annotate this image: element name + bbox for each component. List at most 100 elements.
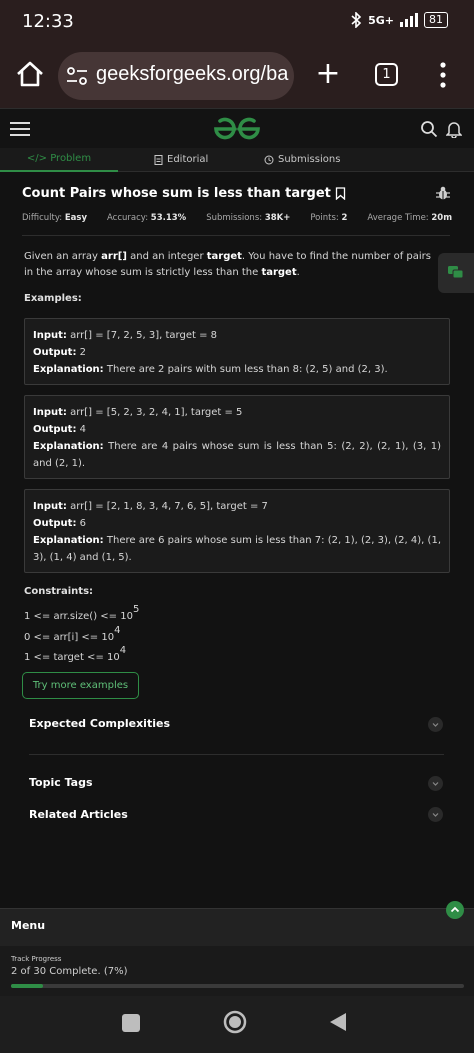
problem-title: Count Pairs whose sum is less than targe… bbox=[22, 186, 346, 201]
status-icons: 5G+ 81 bbox=[350, 12, 448, 28]
problem-meta: Difficulty: Easy Accuracy: 53.13% Submis… bbox=[22, 213, 472, 223]
recent-apps-button[interactable] bbox=[122, 1014, 140, 1032]
address-bar[interactable]: geeksforgeeks.org/ba bbox=[58, 52, 294, 100]
try-more-examples-button[interactable]: Try more examples bbox=[22, 672, 139, 699]
search-icon[interactable] bbox=[420, 120, 438, 138]
example-box: Input: arr[] = [7, 2, 5, 3], target = 8 … bbox=[24, 318, 450, 385]
constraint-exponent: 5 bbox=[132, 604, 140, 615]
tab-editorial[interactable]: Editorial bbox=[154, 148, 208, 172]
accuracy-value: 53.13% bbox=[150, 213, 187, 223]
browser-toolbar: geeksforgeeks.org/ba + 1 bbox=[0, 44, 474, 108]
divider bbox=[22, 235, 450, 236]
output-value: 6 bbox=[76, 518, 87, 529]
problem-title-text: Count Pairs whose sum is less than targe… bbox=[22, 186, 331, 201]
constraint-text: 0 <= arr[i] <= 10 bbox=[24, 632, 115, 643]
output-label: Output: bbox=[33, 347, 77, 358]
url-text: geeksforgeeks.org/ba bbox=[96, 63, 289, 85]
example-box: Input: arr[] = [5, 2, 3, 2, 4, 1], targe… bbox=[24, 395, 450, 479]
explanation-label: Explanation: bbox=[33, 441, 104, 452]
input-value: arr[] = [5, 2, 3, 2, 4, 1], target = 5 bbox=[66, 407, 243, 418]
avg-time-label: Average Time: bbox=[367, 213, 429, 223]
bookmark-icon[interactable] bbox=[335, 187, 346, 200]
expand-menu-button[interactable] bbox=[446, 901, 464, 919]
menu-label: Menu bbox=[11, 919, 46, 932]
example-input: Input: arr[] = [5, 2, 3, 2, 4, 1], targe… bbox=[33, 404, 441, 421]
track-progress: Track Progress 2 of 30 Complete. (7%) bbox=[0, 946, 474, 996]
accuracy-label: Accuracy: bbox=[107, 213, 149, 223]
submissions-value: 38K+ bbox=[264, 213, 291, 223]
explanation-label: Explanation: bbox=[33, 364, 104, 375]
site-settings-icon[interactable] bbox=[66, 66, 88, 86]
home-icon[interactable] bbox=[14, 58, 46, 90]
tab-problem[interactable]: </> Problem bbox=[0, 148, 118, 172]
notification-bell-icon[interactable] bbox=[446, 120, 462, 138]
input-value: arr[] = [7, 2, 5, 3], target = 8 bbox=[66, 330, 217, 341]
example-input: Input: arr[] = [2, 1, 8, 3, 4, 7, 6, 5],… bbox=[33, 498, 441, 515]
output-label: Output: bbox=[33, 518, 77, 529]
tab-submissions[interactable]: Submissions bbox=[264, 148, 340, 172]
example-input: Input: arr[] = [7, 2, 5, 3], target = 8 bbox=[33, 327, 441, 344]
progress-bar-fill bbox=[11, 984, 43, 988]
difficulty-value: Easy bbox=[64, 213, 88, 223]
chevron-up-icon bbox=[450, 906, 460, 913]
input-value: arr[] = [2, 1, 8, 3, 4, 7, 6, 5], target… bbox=[66, 501, 268, 512]
constraint-text: 1 <= target <= 10 bbox=[24, 652, 120, 663]
progress-bar bbox=[11, 984, 464, 988]
chat-icon bbox=[448, 266, 464, 279]
constraint-exponent: 4 bbox=[119, 645, 127, 656]
chevron-down-icon[interactable] bbox=[428, 776, 443, 791]
output-value: 4 bbox=[76, 424, 87, 435]
input-label: Input: bbox=[33, 407, 67, 418]
network-type: 5G+ bbox=[368, 13, 394, 27]
bluetooth-icon bbox=[351, 12, 362, 28]
tab-switcher-button[interactable]: 1 bbox=[375, 63, 398, 86]
back-button[interactable] bbox=[329, 1012, 347, 1032]
hamburger-menu-icon[interactable] bbox=[10, 121, 30, 137]
chevron-down-icon[interactable] bbox=[428, 717, 443, 732]
avg-time-value: 20m bbox=[431, 213, 453, 223]
new-tab-button[interactable]: + bbox=[314, 58, 342, 90]
chevron-down-icon[interactable] bbox=[428, 807, 443, 822]
example-output: Output: 6 bbox=[33, 515, 441, 532]
problem-description: Given an array arr[] and an integer targ… bbox=[24, 249, 442, 281]
related-articles-section[interactable]: Related Articles bbox=[29, 808, 128, 821]
system-navigation-bar bbox=[0, 996, 474, 1053]
problem-content: Count Pairs whose sum is less than targe… bbox=[0, 173, 474, 908]
submissions: Submissions: 38K+ bbox=[206, 213, 290, 223]
example-output: Output: 2 bbox=[33, 344, 441, 361]
average-time: Average Time: 20m bbox=[367, 213, 452, 223]
document-icon bbox=[154, 155, 163, 165]
desc-arr: arr[] bbox=[101, 251, 127, 262]
constraint: 1 <= arr.size() <= 105 bbox=[24, 604, 139, 622]
difficulty-label: Difficulty: bbox=[22, 213, 63, 223]
output-value: 2 bbox=[76, 347, 87, 358]
points-label: Points: bbox=[310, 213, 339, 223]
site-header bbox=[0, 108, 474, 148]
constraint-text: 1 <= arr.size() <= 10 bbox=[24, 611, 133, 622]
progress-text: 2 of 30 Complete. (7%) bbox=[11, 966, 128, 977]
desc-target: target bbox=[261, 267, 297, 278]
bottom-menu-bar[interactable]: Menu bbox=[0, 908, 474, 946]
desc-text: Given an array bbox=[24, 251, 102, 262]
accuracy: Accuracy: 53.13% bbox=[107, 213, 186, 223]
clock-icon bbox=[264, 155, 274, 165]
submissions-label: Submissions: bbox=[206, 213, 263, 223]
chat-button[interactable] bbox=[438, 253, 474, 293]
topic-tags-section[interactable]: Topic Tags bbox=[29, 776, 93, 789]
more-options-icon[interactable] bbox=[436, 60, 450, 90]
tab-problem-label: </> Problem bbox=[26, 153, 92, 164]
desc-text: . bbox=[296, 267, 300, 278]
constraint: 1 <= target <= 104 bbox=[24, 645, 126, 663]
gfg-logo[interactable] bbox=[212, 115, 262, 143]
divider bbox=[29, 754, 444, 755]
output-label: Output: bbox=[33, 424, 77, 435]
home-button[interactable] bbox=[223, 1010, 247, 1034]
constraint-exponent: 4 bbox=[114, 625, 121, 636]
example-explanation: Explanation: There are 6 pairs whose sum… bbox=[33, 532, 441, 566]
desc-target: target bbox=[206, 251, 242, 262]
report-bug-icon[interactable] bbox=[436, 185, 450, 201]
points: Points: 2 bbox=[310, 213, 347, 223]
tab-editorial-label: Editorial bbox=[167, 154, 209, 165]
expected-complexities-section[interactable]: Expected Complexities bbox=[29, 717, 170, 730]
example-explanation: Explanation: There are 4 pairs whose sum… bbox=[33, 438, 441, 472]
